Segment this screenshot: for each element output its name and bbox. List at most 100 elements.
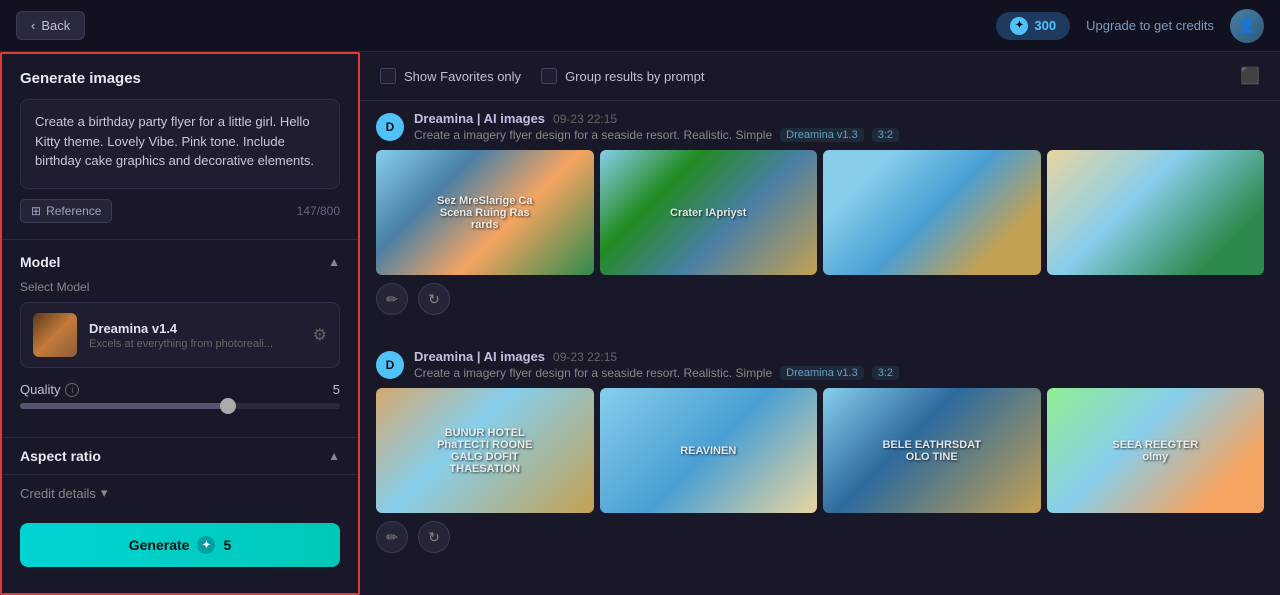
content-area: Show Favorites only Group results by pro… bbox=[360, 52, 1280, 595]
quality-slider[interactable] bbox=[20, 403, 340, 409]
credit-details-chevron-icon: ▾ bbox=[101, 485, 108, 501]
image-cell-1[interactable]: REAVINEN bbox=[600, 388, 818, 513]
aspect-ratio-chevron-icon: ▲ bbox=[328, 449, 340, 463]
filter-bar: Show Favorites only Group results by pro… bbox=[360, 52, 1280, 101]
edit-button[interactable]: ✏ bbox=[376, 521, 408, 553]
model-info: Dreamina v1.4 Excels at everything from … bbox=[89, 321, 301, 350]
credit-details-label: Credit details bbox=[20, 486, 96, 501]
group-avatar: D bbox=[376, 351, 404, 379]
quality-label: Quality i bbox=[20, 382, 79, 397]
generate-button[interactable]: Generate ✦ 5 bbox=[20, 523, 340, 567]
select-model-label: Select Model bbox=[20, 280, 340, 294]
prompt-text: Create a birthday party flyer for a litt… bbox=[35, 114, 314, 168]
group-meta: Dreamina | AI images 09-23 22:15 Create a … bbox=[414, 349, 1264, 380]
avatar[interactable]: 👤 bbox=[1230, 9, 1264, 43]
model-section-header[interactable]: Model ▲ bbox=[20, 254, 340, 270]
image-group-0: D Dreamina | AI images 09-23 22:15 Create a… bbox=[376, 101, 1264, 323]
credits-badge: ✦ 300 bbox=[996, 12, 1070, 40]
group-name: Dreamina | AI images bbox=[414, 111, 545, 126]
gallery-scroll[interactable]: D Dreamina | AI images 09-23 22:15 Create a… bbox=[360, 101, 1280, 595]
group-prompt: Create a imagery flyer design for a seas… bbox=[414, 128, 1264, 142]
aspect-ratio-header[interactable]: Aspect ratio ▲ bbox=[20, 448, 340, 464]
action-row: ✏↻ bbox=[376, 513, 1264, 561]
image-overlay-text: Crater IApriyst bbox=[670, 207, 746, 219]
model-name: Dreamina v1.4 bbox=[89, 321, 301, 336]
back-label: Back bbox=[41, 18, 70, 33]
sidebar: Generate images Create a birthday party … bbox=[0, 52, 360, 595]
generate-cost-icon: ✦ bbox=[197, 536, 215, 554]
refresh-button[interactable]: ↻ bbox=[418, 283, 450, 315]
quality-info-icon: i bbox=[65, 383, 79, 397]
group-name: Dreamina | AI images bbox=[414, 349, 545, 364]
generate-cost: 5 bbox=[223, 537, 231, 553]
group-label: Group results by prompt bbox=[565, 69, 704, 84]
model-section: Model ▲ Select Model Dreamina v1.4 Excel… bbox=[2, 239, 358, 437]
image-cell-3[interactable]: SEEA REEGTER olmy bbox=[1047, 388, 1265, 513]
slider-fill bbox=[20, 403, 228, 409]
reference-icon: ⊞ bbox=[31, 204, 41, 218]
main-layout: Generate images Create a birthday party … bbox=[0, 52, 1280, 595]
image-overlay-text: BELE EATHRSDAT OLO TINE bbox=[877, 439, 986, 463]
edit-button[interactable]: ✏ bbox=[376, 283, 408, 315]
aspect-ratio-section: Aspect ratio ▲ bbox=[2, 437, 358, 474]
credit-details[interactable]: Credit details ▾ bbox=[2, 474, 358, 511]
back-button[interactable]: ‹ Back bbox=[16, 11, 85, 40]
char-count: 147/800 bbox=[297, 204, 340, 218]
credits-value: 300 bbox=[1034, 18, 1056, 33]
image-cell-2[interactable]: BELE EATHRSDAT OLO TINE bbox=[823, 388, 1041, 513]
filter-options: Show Favorites only Group results by pro… bbox=[380, 68, 705, 84]
show-favorites-option[interactable]: Show Favorites only bbox=[380, 68, 521, 84]
sidebar-title: Generate images bbox=[20, 70, 340, 87]
group-time: 09-23 22:15 bbox=[553, 350, 617, 364]
topbar-right: ✦ 300 Upgrade to get credits 👤 bbox=[996, 9, 1264, 43]
group-header-1: D Dreamina | AI images 09-23 22:15 Create a… bbox=[376, 339, 1264, 388]
model-thumbnail bbox=[33, 313, 77, 357]
image-overlay-text: BUNUR HOTEL PhaTECTI ROONE GALG DOFIT TH… bbox=[430, 427, 539, 475]
favorites-checkbox[interactable] bbox=[380, 68, 396, 84]
group-avatar: D bbox=[376, 113, 404, 141]
reference-button[interactable]: ⊞ Reference bbox=[20, 199, 112, 223]
group-header-0: D Dreamina | AI images 09-23 22:15 Create a… bbox=[376, 101, 1264, 150]
ratio-tag: 3:2 bbox=[872, 128, 899, 142]
prompt-footer: ⊞ Reference 147/800 bbox=[20, 199, 340, 223]
image-row: BUNUR HOTEL PhaTECTI ROONE GALG DOFIT TH… bbox=[376, 388, 1264, 513]
refresh-button[interactable]: ↻ bbox=[418, 521, 450, 553]
image-overlay-text: Sez MreSlarige Ca Scena Ruing Ras rards bbox=[430, 195, 539, 231]
coin-icon: ✦ bbox=[1010, 17, 1028, 35]
image-overlay-text: SEEA REEGTER olmy bbox=[1101, 439, 1210, 463]
group-results-option[interactable]: Group results by prompt bbox=[541, 68, 704, 84]
image-row: Sez MreSlarige Ca Scena Ruing Ras rards C… bbox=[376, 150, 1264, 275]
generate-label: Generate bbox=[129, 537, 190, 553]
topbar: ‹ Back ✦ 300 Upgrade to get credits 👤 bbox=[0, 0, 1280, 52]
model-card[interactable]: Dreamina v1.4 Excels at everything from … bbox=[20, 302, 340, 368]
prompt-box[interactable]: Create a birthday party flyer for a litt… bbox=[20, 99, 340, 189]
model-description: Excels at everything from photoreali... bbox=[89, 338, 301, 350]
model-tag: Dreamina v1.3 bbox=[780, 128, 864, 142]
aspect-ratio-title: Aspect ratio bbox=[20, 448, 101, 464]
group-time: 09-23 22:15 bbox=[553, 112, 617, 126]
group-checkbox[interactable] bbox=[541, 68, 557, 84]
model-chevron-icon: ▲ bbox=[328, 255, 340, 269]
image-group-1: D Dreamina | AI images 09-23 22:15 Create a… bbox=[376, 339, 1264, 561]
upgrade-label: Upgrade to get credits bbox=[1086, 18, 1214, 33]
action-row: ✏↻ bbox=[376, 275, 1264, 323]
image-cell-0[interactable]: Sez MreSlarige Ca Scena Ruing Ras rards bbox=[376, 150, 594, 275]
quality-row: Quality i 5 bbox=[20, 382, 340, 397]
sidebar-header: Generate images Create a birthday party … bbox=[2, 54, 358, 239]
image-overlay-text: REAVINEN bbox=[680, 445, 736, 457]
image-cell-2[interactable] bbox=[823, 150, 1041, 275]
ratio-tag: 3:2 bbox=[872, 366, 899, 380]
model-section-title: Model bbox=[20, 254, 60, 270]
favorites-label: Show Favorites only bbox=[404, 69, 521, 84]
group-prompt: Create a imagery flyer design for a seas… bbox=[414, 366, 1264, 380]
image-cell-0[interactable]: BUNUR HOTEL PhaTECTI ROONE GALG DOFIT TH… bbox=[376, 388, 594, 513]
reference-label: Reference bbox=[46, 204, 101, 218]
model-tag: Dreamina v1.3 bbox=[780, 366, 864, 380]
image-cell-1[interactable]: Crater IApriyst bbox=[600, 150, 818, 275]
upgrade-button[interactable]: Upgrade to get credits bbox=[1086, 18, 1214, 33]
image-cell-3[interactable] bbox=[1047, 150, 1265, 275]
model-settings-icon[interactable]: ⚙ bbox=[313, 325, 327, 345]
group-meta: Dreamina | AI images 09-23 22:15 Create a … bbox=[414, 111, 1264, 142]
back-arrow-icon: ‹ bbox=[31, 18, 35, 33]
save-icon[interactable]: ⬛ bbox=[1240, 66, 1260, 86]
